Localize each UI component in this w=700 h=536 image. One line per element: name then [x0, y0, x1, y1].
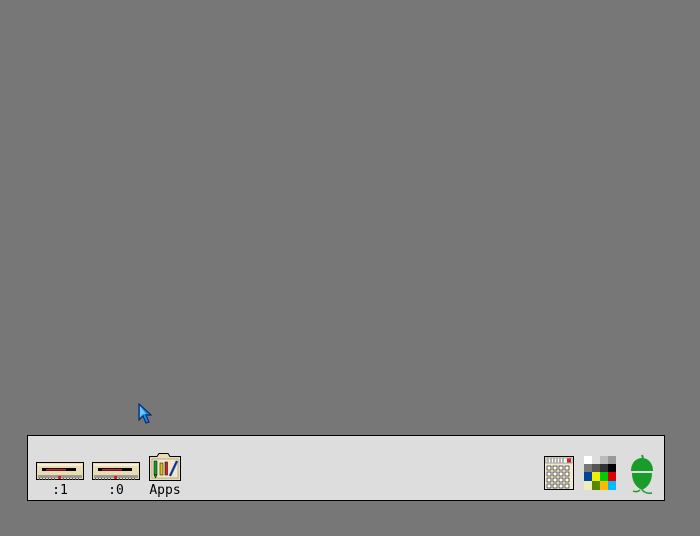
- drive-label: :1: [52, 483, 68, 498]
- floppy-drive-icon: [92, 462, 140, 480]
- acorn-icon: [631, 454, 653, 494]
- mouse-pointer-icon: [138, 403, 153, 424]
- drive-label: :0: [108, 483, 124, 498]
- palette-icon: [584, 456, 616, 490]
- apps-directory[interactable]: Apps: [148, 451, 182, 498]
- task-manager-icon: [544, 456, 574, 490]
- floppy-drive-0[interactable]: :0: [92, 460, 140, 498]
- iconbar: :1 :0 Apps: [27, 435, 665, 501]
- floppy-drive-icon: [36, 462, 84, 480]
- apps-folder-icon: [149, 453, 181, 481]
- apps-label: Apps: [149, 483, 181, 498]
- task-manager[interactable]: [544, 456, 574, 490]
- acorn-menu[interactable]: [628, 454, 656, 496]
- palette-utility[interactable]: [584, 456, 616, 490]
- floppy-drive-1[interactable]: :1: [36, 460, 84, 498]
